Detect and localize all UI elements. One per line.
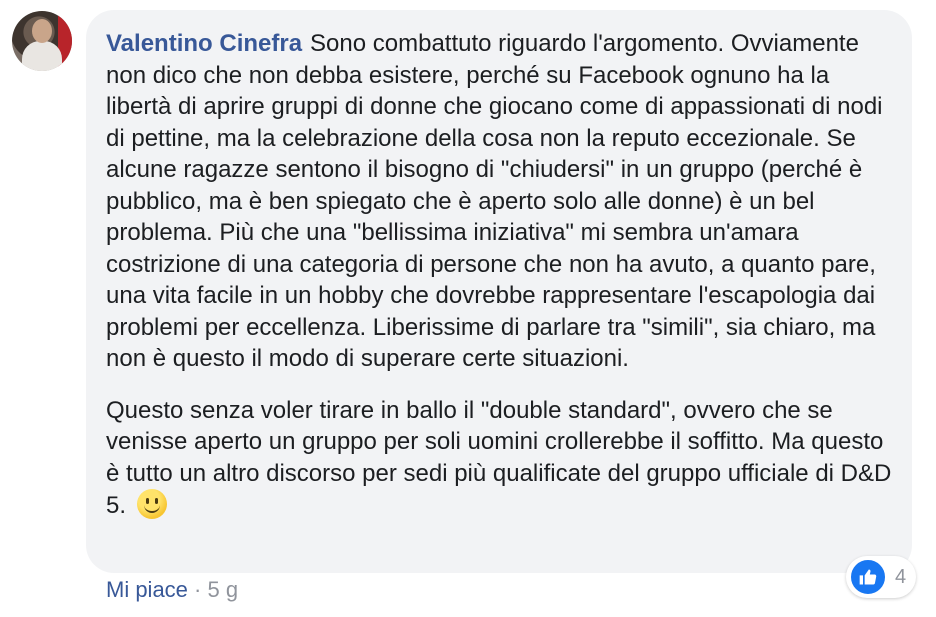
timestamp-link[interactable]: 5 g [208,577,239,602]
author-avatar[interactable] [12,11,72,71]
comment-paragraph-2: Questo senza voler tirare in ballo il "d… [106,395,892,522]
avatar-shirt [22,41,62,71]
thumbs-up-icon [849,558,887,596]
reaction-count: 4 [895,565,907,588]
comment-paragraph-1: Valentino Cinefra Sono combattuto riguard… [106,28,892,375]
like-button[interactable]: Mi piace [106,577,188,602]
author-name-link[interactable]: Valentino Cinefra [106,30,302,57]
separator-dot: · [194,577,202,602]
comment-text-2: Questo senza voler tirare in ballo il "d… [106,396,892,520]
comment-actions: Mi piace · 5 g [106,577,238,603]
avatar-head [32,19,52,43]
comment-bubble: Valentino Cinefra Sono combattuto riguard… [86,10,912,573]
comment-text-1: Sono combattuto riguardo l'argomento. Ov… [106,30,883,372]
reactions-summary[interactable]: 4 [846,556,917,598]
smiley-emoji-icon [136,489,167,519]
